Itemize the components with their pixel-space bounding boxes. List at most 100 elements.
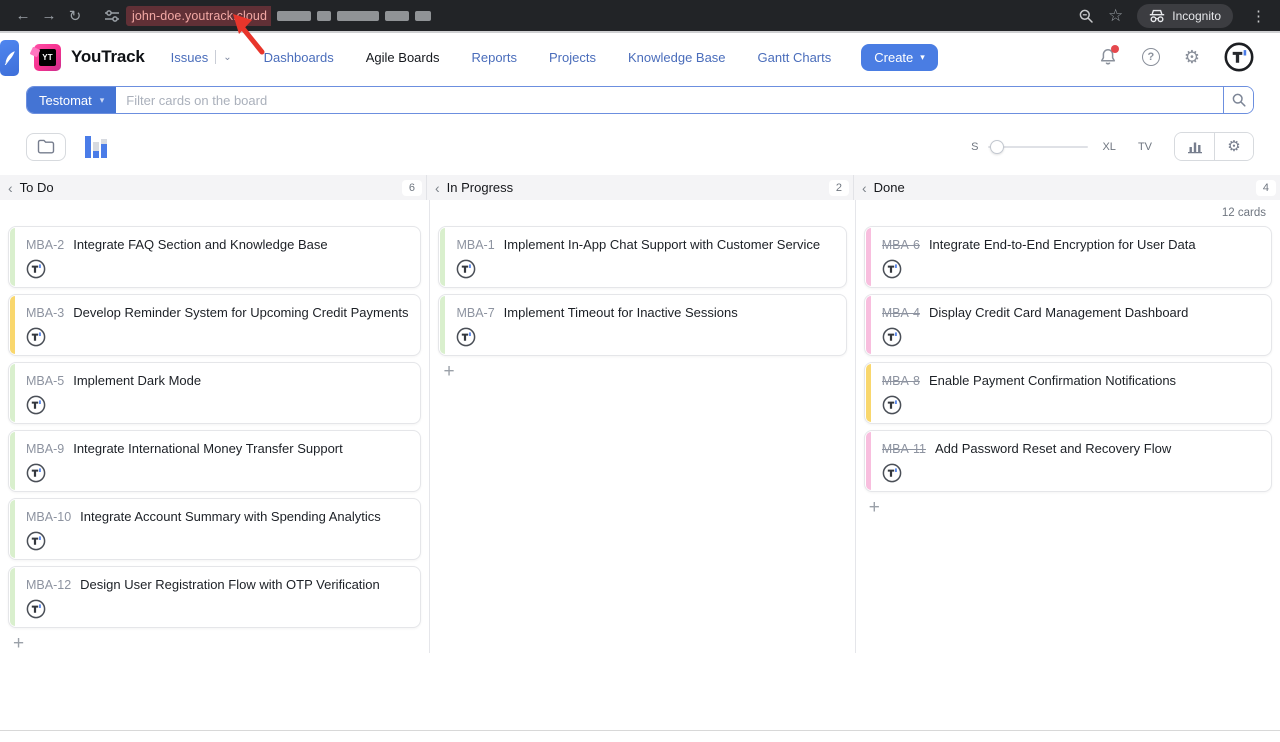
nav-gantt-charts[interactable]: Gantt Charts	[758, 50, 832, 65]
search-icon	[1231, 92, 1247, 108]
cards-total-label: 12 cards	[1222, 207, 1266, 219]
address-bar-url[interactable]: john-doe.youtrack.cloud	[126, 6, 271, 26]
back-icon[interactable]: ←	[10, 7, 36, 24]
feather-extension-tab[interactable]	[0, 40, 19, 76]
user-avatar[interactable]	[1224, 42, 1254, 72]
column-title: To Do	[20, 180, 54, 195]
chart-view-toggle-icon[interactable]	[84, 135, 108, 159]
settings-gear-icon[interactable]: ⚙	[1184, 48, 1200, 66]
create-button-label: Create	[874, 50, 913, 65]
card-title: Integrate FAQ Section and Knowledge Base	[73, 237, 327, 252]
card-id: MBA-2	[26, 238, 64, 252]
card-id: MBA-1	[456, 238, 494, 252]
notifications-bell-icon[interactable]	[1098, 47, 1118, 67]
board-selector-button[interactable]: Testomat ▾	[27, 87, 116, 113]
notification-dot	[1111, 45, 1119, 53]
app-header: YT YouTrack Issues ⌄ Dashboards Agile Bo…	[0, 33, 1280, 81]
card[interactable]: MBA-6Integrate End-to-End Encryption for…	[864, 226, 1272, 288]
app-title: YouTrack	[71, 47, 145, 67]
assignee-avatar[interactable]	[26, 327, 46, 347]
zoom-icon[interactable]	[1078, 8, 1094, 24]
card[interactable]: MBA-4Display Credit Card Management Dash…	[864, 294, 1272, 356]
collapse-chevron-icon[interactable]: ‹	[862, 180, 867, 196]
slider-knob[interactable]	[990, 140, 1004, 154]
assignee-avatar[interactable]	[26, 463, 46, 483]
create-caret-down-icon: ▾	[920, 52, 925, 63]
collapse-chevron-icon[interactable]: ‹	[435, 180, 440, 196]
reload-icon[interactable]: ↻	[62, 7, 88, 25]
card[interactable]: MBA-1Implement In-App Chat Support with …	[438, 226, 846, 288]
card[interactable]: MBA-5Implement Dark Mode	[8, 362, 421, 424]
add-card-button[interactable]: +	[869, 498, 885, 517]
assignee-avatar[interactable]	[26, 531, 46, 551]
nav-projects[interactable]: Projects	[549, 50, 596, 65]
tv-mode-button[interactable]: TV	[1138, 141, 1152, 153]
assignee-avatar[interactable]	[882, 327, 902, 347]
incognito-label: Incognito	[1172, 9, 1221, 23]
browser-chrome: ← → ↻ john-doe.youtrack.cloud	[0, 0, 1280, 33]
create-button[interactable]: Create ▾	[861, 44, 938, 71]
board-settings-gear-icon: ⚙	[1227, 139, 1240, 154]
site-settings-icon[interactable]	[104, 9, 120, 23]
page-bottom-divider	[0, 730, 1280, 731]
assignee-avatar[interactable]	[26, 395, 46, 415]
redacted-block	[415, 11, 431, 21]
card[interactable]: MBA-7Implement Timeout for Inactive Sess…	[438, 294, 846, 356]
card-title: Implement Timeout for Inactive Sessions	[504, 305, 738, 320]
assignee-avatar[interactable]	[882, 463, 902, 483]
column-in-progress: MBA-1Implement In-App Chat Support with …	[429, 200, 854, 653]
collapse-chevron-icon[interactable]: ‹	[8, 180, 13, 196]
nav-dashboards[interactable]: Dashboards	[264, 50, 334, 65]
issues-chevron-down-icon[interactable]: ⌄	[223, 52, 231, 63]
youtrack-logo[interactable]: YT	[34, 44, 61, 71]
card[interactable]: MBA-12Design User Registration Flow with…	[8, 566, 421, 628]
card-id: MBA-4	[882, 306, 920, 320]
card[interactable]: MBA-3Develop Reminder System for Upcomin…	[8, 294, 421, 356]
column-todo: MBA-2 Integrate FAQ Section and Knowledge…	[0, 200, 429, 653]
column-header-in-progress[interactable]: ‹ In Progress 2	[426, 175, 853, 200]
assignee-avatar[interactable]	[26, 259, 46, 279]
nav-reports[interactable]: Reports	[471, 50, 517, 65]
add-card-button[interactable]: +	[13, 634, 29, 653]
card-id: MBA-5	[26, 374, 64, 388]
card-size-slider[interactable]	[988, 140, 1088, 154]
board-chart-button[interactable]	[1175, 133, 1214, 160]
column-header-todo[interactable]: ‹ To Do 6	[0, 175, 426, 200]
card[interactable]: MBA-11Add Password Reset and Recovery Fl…	[864, 430, 1272, 492]
nav-issues[interactable]: Issues	[171, 50, 209, 65]
assignee-avatar[interactable]	[26, 599, 46, 619]
youtrack-logo-badge: YT	[39, 49, 56, 66]
card[interactable]: MBA-9Integrate International Money Trans…	[8, 430, 421, 492]
folder-icon	[37, 139, 55, 154]
column-headers: ‹ To Do 6 ‹ In Progress 2 ‹ Done 4	[0, 175, 1280, 200]
column-header-done[interactable]: ‹ Done 4	[853, 175, 1280, 200]
card[interactable]: MBA-8Enable Payment Confirmation Notific…	[864, 362, 1272, 424]
card-title: Design User Registration Flow with OTP V…	[80, 577, 380, 592]
assignee-avatar[interactable]	[456, 327, 476, 347]
forward-icon[interactable]: →	[36, 7, 62, 24]
column-title: Done	[874, 180, 905, 195]
filter-input[interactable]	[116, 87, 1223, 113]
column-count: 2	[829, 180, 849, 196]
card[interactable]: MBA-2 Integrate FAQ Section and Knowledge…	[8, 226, 421, 288]
add-card-button[interactable]: +	[443, 362, 459, 381]
help-icon[interactable]: ?	[1142, 48, 1160, 66]
main-nav: Issues ⌄ Dashboards Agile Boards Reports…	[171, 50, 832, 65]
card[interactable]: MBA-10Integrate Account Summary with Spe…	[8, 498, 421, 560]
column-count: 4	[1256, 180, 1276, 196]
board-settings-button[interactable]: ⚙	[1214, 133, 1253, 160]
card-title: Enable Payment Confirmation Notification…	[929, 373, 1176, 388]
nav-divider	[215, 50, 216, 64]
assignee-avatar[interactable]	[456, 259, 476, 279]
browser-menu-icon[interactable]: ⋮	[1247, 7, 1270, 25]
assignee-avatar[interactable]	[882, 395, 902, 415]
search-button[interactable]	[1223, 87, 1253, 113]
bookmark-star-icon[interactable]: ☆	[1108, 6, 1123, 26]
card-id: MBA-3	[26, 306, 64, 320]
board-columns: 12 cards MBA-2 Integrate FAQ Section and …	[0, 200, 1280, 653]
nav-agile-boards[interactable]: Agile Boards	[366, 50, 440, 65]
nav-knowledge-base[interactable]: Knowledge Base	[628, 50, 726, 65]
assignee-avatar[interactable]	[882, 259, 902, 279]
column-count: 6	[402, 180, 422, 196]
backlog-button[interactable]	[26, 133, 66, 161]
